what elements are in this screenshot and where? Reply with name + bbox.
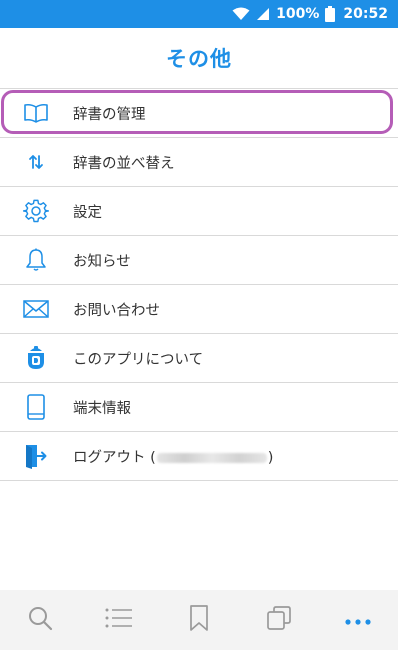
- list-icon: [105, 607, 133, 633]
- screen: 100% 20:52 その他 辞書の管理 辞書の並べ替え 設定 お知らせ お問い…: [0, 0, 398, 650]
- more-icon: [344, 611, 372, 630]
- wifi-icon: [232, 7, 250, 21]
- sort-arrows-icon: [22, 148, 50, 176]
- book-icon: [22, 99, 50, 127]
- mail-icon: [22, 295, 50, 323]
- menu-item-contact[interactable]: お問い合わせ: [0, 285, 398, 334]
- nav-search-button[interactable]: [10, 590, 70, 650]
- menu-item-label: 辞書の管理: [73, 106, 146, 123]
- battery-icon: [325, 6, 336, 22]
- logout-icon: [22, 442, 50, 470]
- menu-item-device-info[interactable]: 端末情報: [0, 383, 398, 432]
- redacted-account: [156, 452, 267, 463]
- menu-item-label: 設定: [73, 204, 102, 221]
- search-icon: [27, 605, 53, 635]
- nav-list-button[interactable]: [89, 590, 149, 650]
- battery-percentage: 100%: [276, 6, 320, 22]
- nav-history-button[interactable]: [249, 590, 309, 650]
- copy-icon: [266, 605, 292, 635]
- selection-highlight: [1, 90, 393, 134]
- menu-item-label: ログアウト (): [73, 446, 273, 467]
- menu-item-label: このアプリについて: [73, 351, 204, 368]
- menu-item-label: お問い合わせ: [73, 302, 160, 319]
- menu-item-about[interactable]: このアプリについて: [0, 334, 398, 383]
- app-logo-icon: [22, 344, 50, 372]
- gear-icon: [22, 197, 50, 225]
- header: その他: [0, 28, 398, 88]
- nav-bookmark-button[interactable]: [169, 590, 229, 650]
- menu-item-label: 辞書の並べ替え: [73, 155, 175, 172]
- status-time: 20:52: [343, 6, 388, 22]
- logout-label-prefix: ログアウト (: [73, 449, 156, 466]
- menu-item-dictionary-sort[interactable]: 辞書の並べ替え: [0, 138, 398, 187]
- signal-icon: [256, 7, 270, 21]
- menu-item-label: 端末情報: [73, 400, 131, 417]
- status-bar: 100% 20:52: [0, 0, 398, 28]
- page-title: その他: [166, 47, 232, 71]
- bell-icon: [22, 246, 50, 274]
- menu-item-logout[interactable]: ログアウト (): [0, 432, 398, 481]
- menu-item-label: お知らせ: [73, 253, 131, 270]
- nav-more-button[interactable]: [328, 590, 388, 650]
- menu-list: 辞書の管理 辞書の並べ替え 設定 お知らせ お問い合わせ このアプリについて 端…: [0, 88, 398, 481]
- menu-item-notices[interactable]: お知らせ: [0, 236, 398, 285]
- logout-label-suffix: ): [267, 449, 274, 466]
- menu-item-dictionary-management[interactable]: 辞書の管理: [0, 89, 398, 138]
- smartphone-icon: [22, 393, 50, 421]
- bottom-nav: [0, 590, 398, 650]
- bookmark-icon: [189, 605, 209, 635]
- menu-item-settings[interactable]: 設定: [0, 187, 398, 236]
